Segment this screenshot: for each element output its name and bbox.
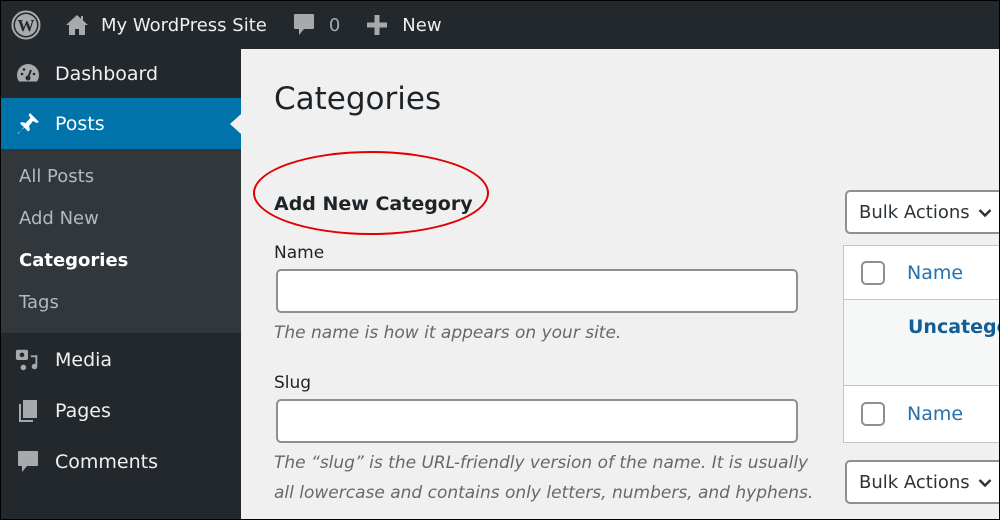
name-input[interactable] [276, 269, 798, 313]
svg-text:W: W [18, 16, 35, 35]
slug-help-text: The “slug” is the URL-friendly version o… [274, 453, 814, 503]
sidebar-item-media[interactable]: Media [1, 335, 241, 385]
site-name-link[interactable]: My WordPress Site [65, 1, 267, 49]
sidebar-item-label: Media [55, 349, 113, 371]
name-column-sort-link-footer[interactable]: Name [907, 403, 963, 425]
select-all-checkbox-footer[interactable] [861, 402, 885, 426]
bulk-actions-label: Bulk Actions [859, 201, 970, 223]
bulk-actions-select-top[interactable]: Bulk Actions [845, 190, 999, 234]
slug-label: Slug [274, 373, 312, 393]
new-content-link[interactable]: New [366, 1, 442, 49]
slug-input[interactable] [276, 399, 798, 443]
wordpress-logo-button[interactable]: W [1, 1, 51, 49]
sidebar-item-label: Pages [55, 400, 111, 422]
sidebar-item-label: Comments [55, 451, 158, 473]
bulk-actions-label: Bulk Actions [859, 471, 970, 493]
site-name: My WordPress Site [101, 14, 267, 36]
sidebar-item-pages[interactable]: Pages [1, 385, 241, 437]
sidebar-item-label: Dashboard [55, 62, 159, 85]
submenu-item-tags[interactable]: Tags [1, 281, 241, 323]
submenu-item-add-new[interactable]: Add New [1, 197, 241, 239]
sidebar-item-posts[interactable]: Posts [1, 98, 241, 149]
sidebar-item-dashboard[interactable]: Dashboard [1, 49, 241, 98]
dashboard-gauge-icon [15, 62, 41, 86]
bulk-actions-select-bottom[interactable]: Bulk Actions [845, 460, 999, 504]
posts-submenu: All Posts Add New Categories Tags [1, 149, 241, 333]
submenu-item-categories[interactable]: Categories [1, 239, 241, 281]
chevron-down-icon [978, 472, 992, 493]
name-column-sort-link[interactable]: Name [907, 262, 963, 284]
media-icon [15, 347, 41, 373]
add-new-category-heading: Add New Category [274, 193, 473, 215]
table-header: Name [844, 246, 999, 300]
categories-table: Name Uncatego Name [843, 245, 999, 443]
page-title: Categories [274, 81, 442, 117]
sidebar-item-label: Posts [55, 112, 105, 135]
comment-bubble-icon [293, 13, 315, 37]
name-help-text: The name is how it appears on your site. [274, 323, 622, 343]
main-content: Categories Add New Category Name The nam… [241, 49, 999, 519]
plus-icon [366, 14, 388, 36]
sidebar-item-comments[interactable]: Comments [1, 437, 241, 487]
comments-count: 0 [328, 14, 341, 36]
submenu-item-all-posts[interactable]: All Posts [1, 155, 241, 197]
home-icon [65, 14, 89, 36]
pages-icon [15, 398, 41, 424]
name-label: Name [274, 243, 325, 263]
pushpin-icon [15, 111, 41, 137]
comments-link[interactable]: 0 [293, 1, 340, 49]
table-footer: Name [844, 386, 999, 442]
select-all-checkbox[interactable] [861, 260, 885, 285]
comment-icon [15, 449, 41, 475]
table-row: Uncatego [844, 300, 999, 386]
new-label: New [402, 14, 442, 36]
admin-bar: W My WordPress Site 0 New [1, 1, 999, 49]
wp-admin-window: W My WordPress Site 0 New Dashboard Post… [1, 1, 999, 519]
admin-sidebar: Dashboard Posts All Posts Add New Catego… [1, 49, 241, 519]
chevron-down-icon [978, 202, 992, 223]
wordpress-logo-icon: W [11, 10, 41, 40]
category-name-link[interactable]: Uncatego [908, 316, 999, 338]
